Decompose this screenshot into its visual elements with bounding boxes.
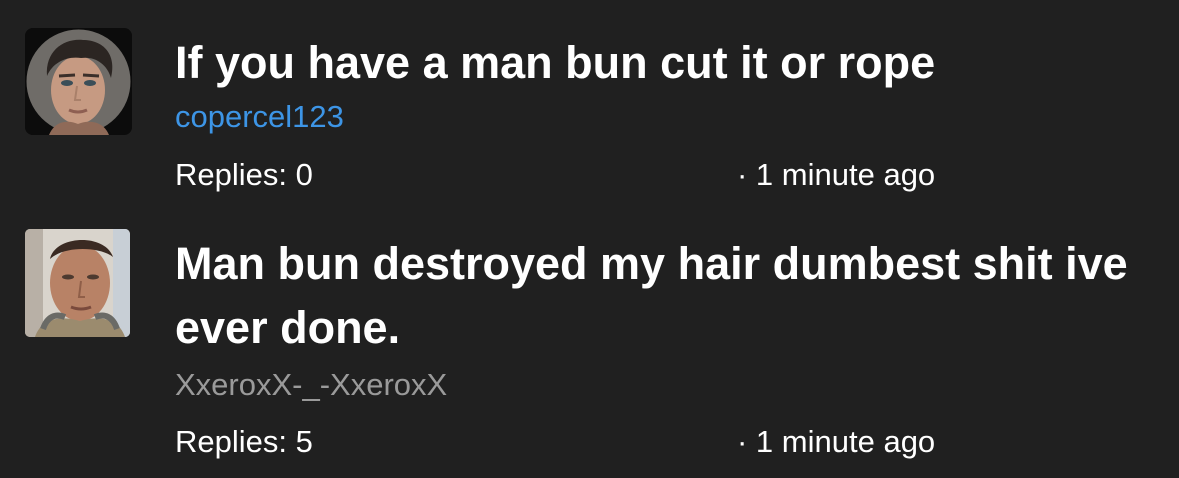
author-username[interactable]: copercel123: [175, 97, 344, 137]
avatar[interactable]: [25, 229, 130, 337]
author-username[interactable]: XxeroxX-_-XxeroxX: [175, 365, 447, 405]
thread-item[interactable]: Man bun destroyed my hair dumbest shit i…: [0, 210, 1179, 478]
thread-title[interactable]: Man bun destroyed my hair dumbest shit i…: [175, 232, 1135, 360]
post-timestamp: · 1 minute ago: [737, 424, 936, 459]
thread-title[interactable]: If you have a man bun cut it or rope: [175, 31, 1135, 95]
post-timestamp: · 1 minute ago: [737, 157, 936, 192]
avatar-image: [25, 229, 130, 337]
avatar-image: [25, 28, 132, 135]
replies-count: Replies: 5: [175, 424, 313, 459]
avatar[interactable]: [25, 28, 132, 135]
thread-item[interactable]: If you have a man bun cut it or rope cop…: [0, 0, 1179, 210]
replies-count: Replies: 0: [175, 157, 313, 192]
